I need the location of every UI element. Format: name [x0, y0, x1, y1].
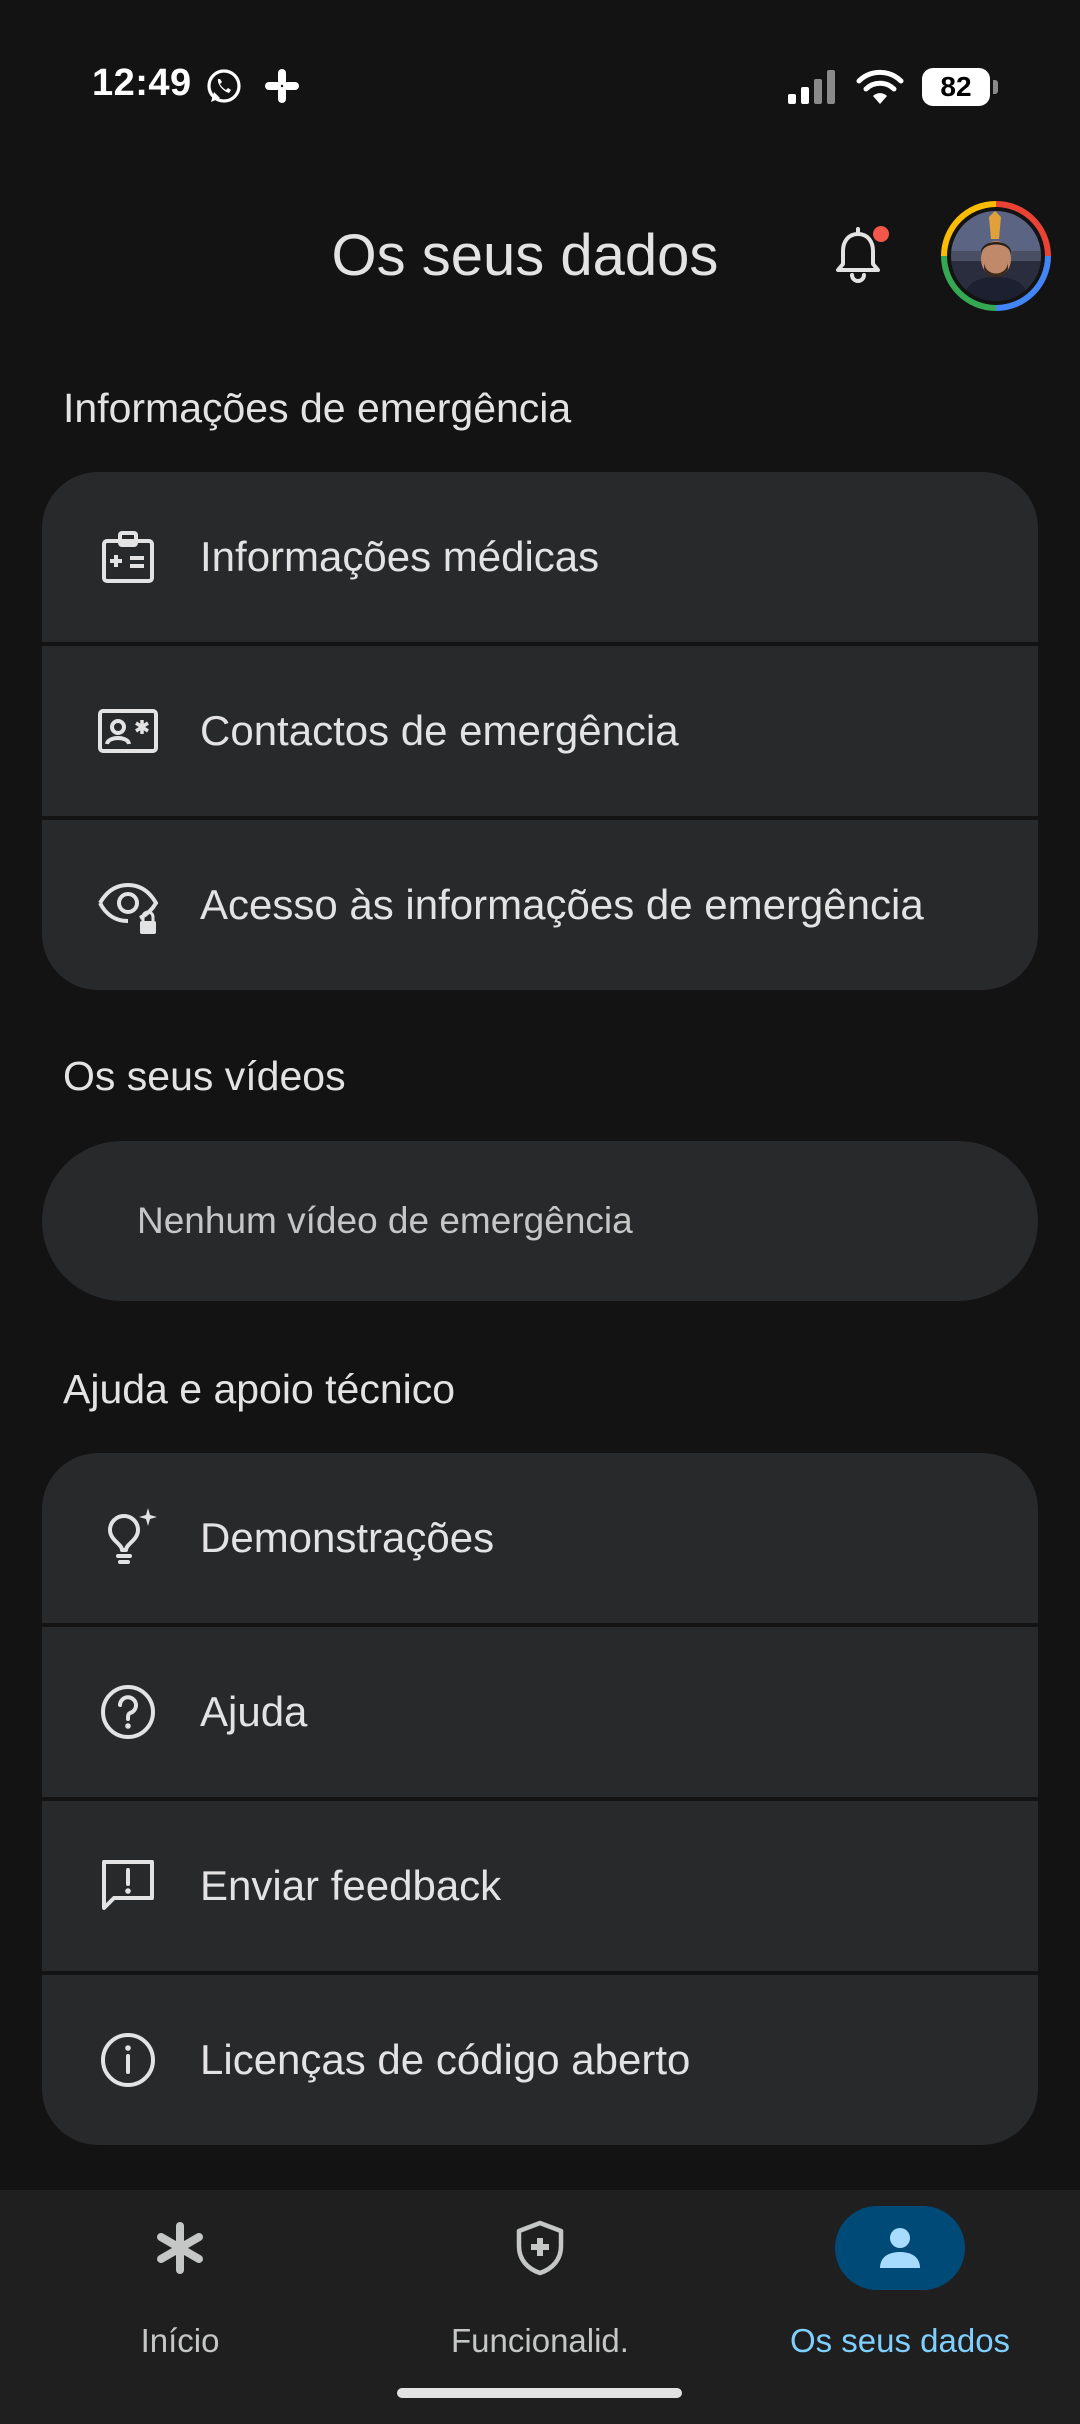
row-demos[interactable]: Demonstrações — [42, 1453, 1038, 1623]
info-icon — [96, 2028, 160, 2092]
row-label: Enviar feedback — [200, 1862, 502, 1909]
page-title: Os seus dados — [331, 223, 719, 288]
help-group: Demonstrações Ajuda Enviar feedback Lice… — [42, 1453, 1038, 2145]
videos-empty-card: Nenhum vídeo de emergência — [42, 1141, 1038, 1301]
row-emergency-contacts[interactable]: Contactos de emergência — [42, 646, 1038, 816]
notification-dot — [873, 226, 889, 242]
videos-empty-text: Nenhum vídeo de emergência — [137, 1200, 633, 1241]
emergency-info-group: Informações médicas Contactos de emergên… — [42, 472, 1038, 990]
nav-label: Início — [140, 2322, 220, 2359]
battery-tip — [993, 80, 998, 94]
status-bar: 12:49 82 — [0, 0, 1080, 170]
signal-icon — [788, 70, 835, 104]
row-medical-info[interactable]: Informações médicas — [42, 472, 1038, 642]
row-help[interactable]: Ajuda — [42, 1627, 1038, 1797]
avatar-photo — [951, 211, 1041, 301]
section-title-videos: Os seus vídeos — [63, 1053, 346, 1099]
nav-your-data[interactable]: Os seus dados — [720, 2190, 1080, 2424]
lightbulb-sparkle-icon — [96, 1506, 160, 1570]
status-right: 82 — [788, 64, 998, 110]
section-title-help: Ajuda e apoio técnico — [63, 1366, 456, 1412]
row-emergency-access[interactable]: Acesso às informações de emergência — [42, 820, 1038, 990]
avatar[interactable] — [941, 201, 1051, 311]
slack-icon — [265, 69, 299, 103]
avatar-gap — [947, 207, 1045, 305]
row-licenses[interactable]: Licenças de código aberto — [42, 1975, 1038, 2145]
screen: 12:49 82 Os seus dados Informações de em… — [0, 0, 1080, 2424]
nav-home[interactable]: Início — [0, 2190, 360, 2424]
whatsapp-icon — [207, 69, 241, 103]
row-label: Ajuda — [200, 1688, 308, 1735]
battery-level: 82 — [940, 71, 972, 102]
nav-label: Funcionalid. — [451, 2322, 629, 2359]
row-label: Informações médicas — [200, 533, 600, 580]
help-circle-icon — [96, 1680, 160, 1744]
asterisk-icon — [157, 2222, 203, 2274]
row-label: Acesso às informações de emergência — [200, 881, 924, 928]
battery-icon: 82 — [922, 68, 998, 106]
feedback-icon — [96, 1854, 160, 1918]
wifi-icon — [856, 69, 904, 104]
row-label: Contactos de emergência — [200, 707, 679, 754]
shield-plus-icon — [516, 2220, 564, 2276]
row-feedback[interactable]: Enviar feedback — [42, 1801, 1038, 1971]
nav-label: Os seus dados — [789, 2322, 1011, 2359]
person-icon — [880, 2228, 920, 2268]
medical-id-icon — [96, 525, 160, 589]
nav-pill — [475, 2206, 605, 2290]
home-indicator[interactable] — [397, 2388, 682, 2398]
section-title-emergency: Informações de emergência — [63, 385, 572, 431]
eye-lock-icon — [96, 873, 160, 937]
nav-pill — [115, 2206, 245, 2290]
row-label: Licenças de código aberto — [200, 2036, 691, 2083]
nav-pill-active — [835, 2206, 965, 2290]
row-label: Demonstrações — [200, 1514, 495, 1561]
contact-card-icon — [96, 699, 160, 763]
status-time: 12:49 — [92, 62, 192, 104]
